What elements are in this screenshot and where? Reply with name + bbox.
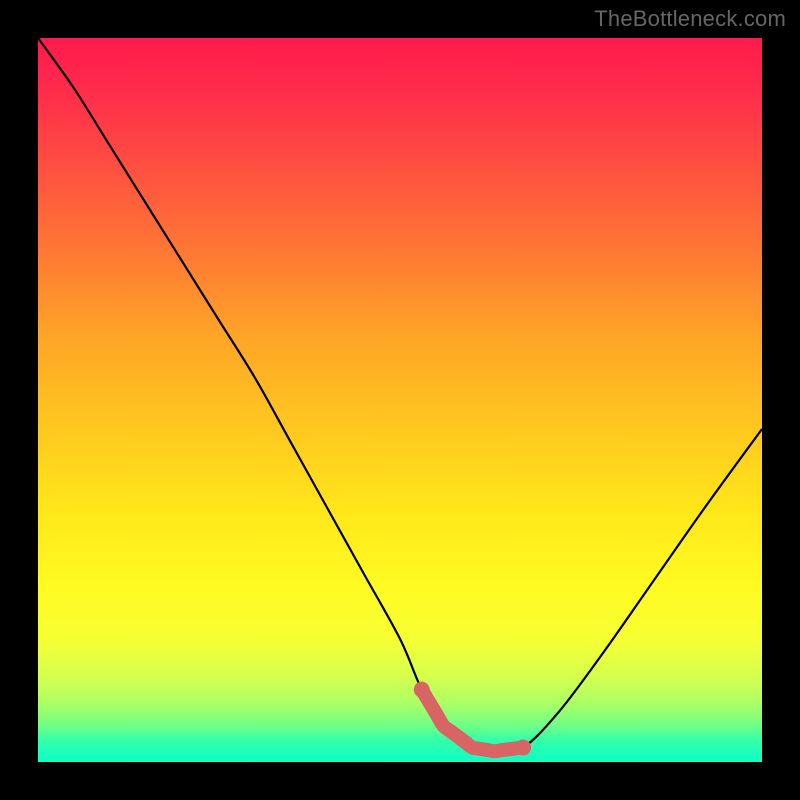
bottleneck-curve	[38, 38, 762, 752]
curve-layer	[38, 38, 762, 762]
optimal-range-end-right	[515, 740, 531, 756]
optimal-range-marker	[422, 690, 523, 752]
watermark-text: TheBottleneck.com	[594, 6, 786, 32]
chart-frame: TheBottleneck.com	[0, 0, 800, 800]
optimal-range-end-left	[414, 682, 430, 698]
plot-area	[38, 38, 762, 762]
